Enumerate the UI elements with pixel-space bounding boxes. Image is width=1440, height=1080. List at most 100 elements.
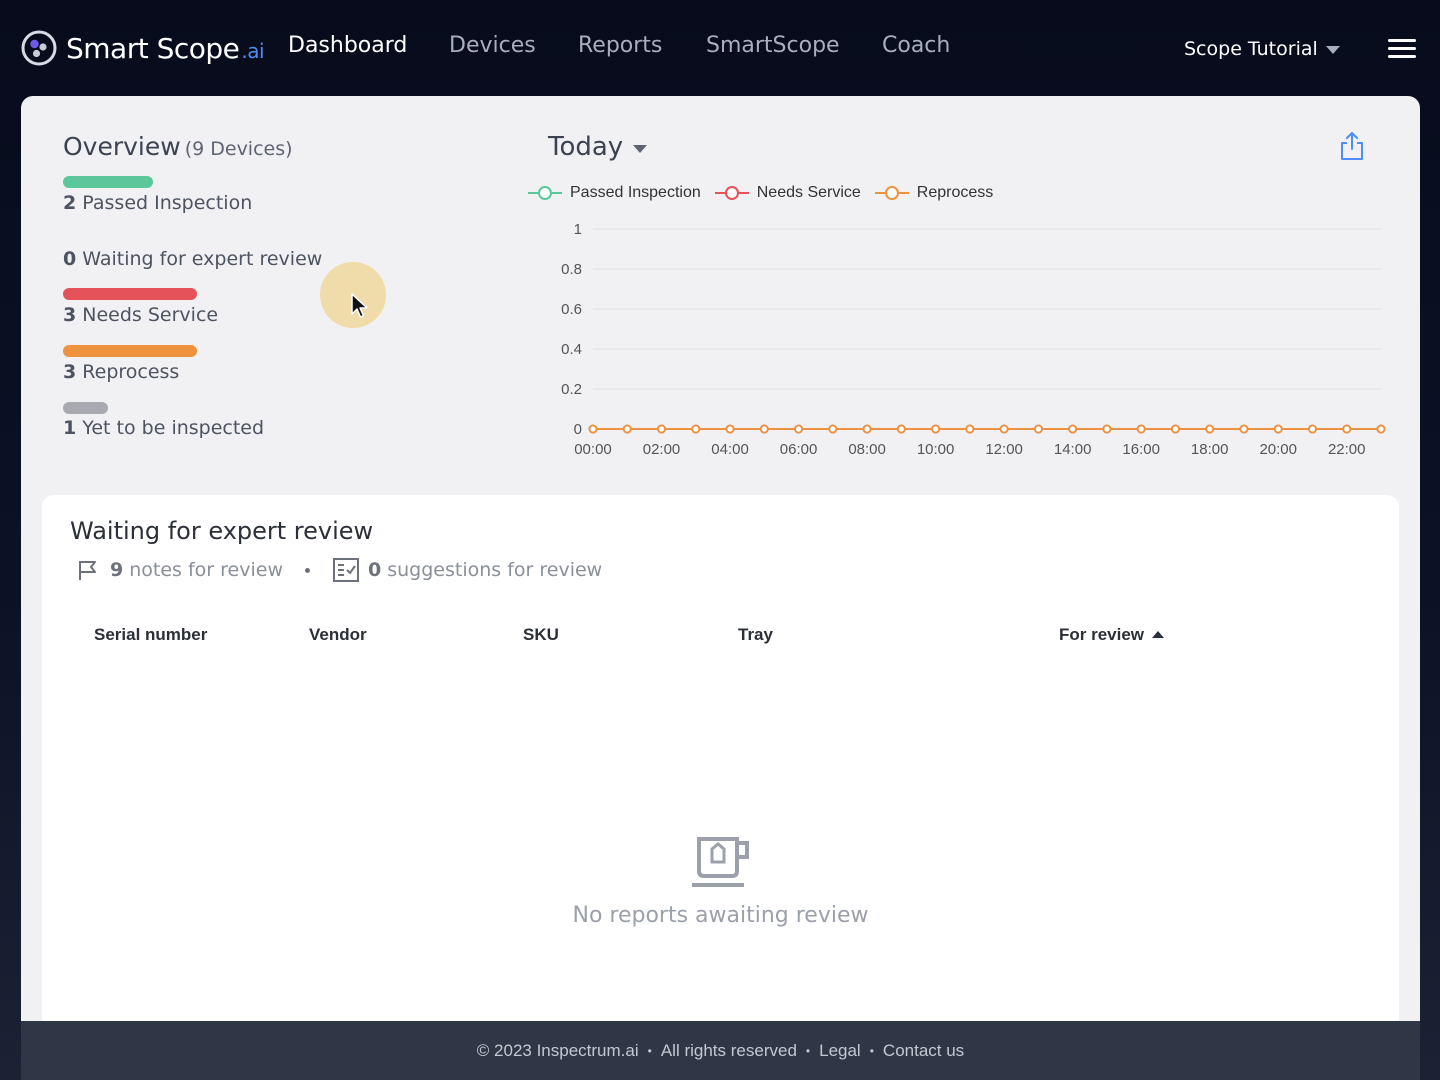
stat-reprocess[interactable]: 3 Reprocess bbox=[63, 361, 179, 383]
chevron-down-icon bbox=[633, 144, 648, 153]
y-tick-label: 0 bbox=[574, 421, 582, 438]
data-point bbox=[1205, 424, 1215, 434]
stat-yet-to-inspect[interactable]: 1 Yet to be inspected bbox=[63, 417, 264, 439]
empty-state-message: No reports awaiting review bbox=[572, 903, 869, 928]
x-tick-label: 08:00 bbox=[848, 441, 886, 458]
legend-reprocess[interactable]: Reprocess bbox=[874, 184, 994, 202]
x-tick-label: 00:00 bbox=[574, 441, 612, 458]
data-point bbox=[588, 424, 598, 434]
y-tick-label: 1 bbox=[574, 221, 582, 238]
nav-reports[interactable]: Reports bbox=[578, 33, 662, 58]
x-tick-label: 22:00 bbox=[1328, 441, 1366, 458]
needs-service-bar bbox=[63, 288, 197, 300]
column-for-review[interactable]: For review bbox=[1059, 625, 1165, 645]
x-tick-label: 14:00 bbox=[1054, 441, 1092, 458]
nav-dashboard[interactable]: Dashboard bbox=[288, 33, 407, 58]
column-sku[interactable]: SKU bbox=[523, 625, 559, 645]
nav-coach[interactable]: Coach bbox=[882, 33, 950, 58]
legend-label: Needs Service bbox=[756, 184, 861, 201]
stat-needs-service[interactable]: 3 Needs Service bbox=[63, 304, 218, 326]
data-point bbox=[896, 424, 906, 434]
data-point bbox=[622, 424, 632, 434]
data-point bbox=[1033, 424, 1043, 434]
data-point bbox=[759, 424, 769, 434]
overview-device-count: (9 Devices) bbox=[184, 138, 293, 160]
data-point bbox=[965, 424, 975, 434]
account-dropdown[interactable]: Scope Tutorial bbox=[1184, 38, 1340, 60]
hamburger-menu-icon[interactable] bbox=[1388, 39, 1416, 59]
top-navigation: Smart Scope .ai Dashboard Devices Reports… bbox=[0, 0, 1440, 96]
footer-contact-link[interactable]: Contact us bbox=[883, 1041, 964, 1061]
reprocess-bar bbox=[63, 345, 197, 357]
legend-marker-icon bbox=[714, 186, 749, 200]
chart-legend: Passed Inspection Needs Service Reproces… bbox=[528, 184, 1007, 202]
data-point bbox=[1376, 424, 1386, 434]
footer-copyright: © 2023 Inspectrum.ai bbox=[476, 1040, 639, 1060]
data-point bbox=[657, 424, 666, 434]
brand-suffix: .ai bbox=[241, 38, 265, 63]
review-title: Waiting for expert review bbox=[70, 517, 374, 545]
x-tick-label: 10:00 bbox=[917, 441, 955, 458]
y-tick-label: 0.4 bbox=[561, 341, 582, 358]
share-icon[interactable] bbox=[1339, 130, 1365, 162]
data-point bbox=[725, 424, 735, 434]
x-tick-label: 04:00 bbox=[711, 441, 749, 458]
logo-icon bbox=[21, 30, 57, 66]
data-point bbox=[1136, 424, 1146, 434]
legend-passed-inspection[interactable]: Passed Inspection bbox=[528, 184, 701, 202]
footer-legal-link[interactable]: Legal bbox=[819, 1041, 861, 1061]
x-tick-label: 12:00 bbox=[985, 441, 1023, 458]
x-tick-label: 18:00 bbox=[1191, 441, 1229, 458]
data-point bbox=[794, 424, 803, 434]
data-point bbox=[828, 424, 838, 434]
y-tick-label: 0.8 bbox=[561, 261, 582, 278]
legend-label: Reprocess bbox=[916, 184, 994, 201]
column-vendor[interactable]: Vendor bbox=[309, 625, 367, 645]
yet-to-inspect-bar bbox=[63, 402, 108, 414]
status-line-chart: 0 0.2 0.4 0.6 0.8 1 00:00 02:00 04:00 06:00 08:00 1… bbox=[561, 221, 1386, 458]
x-tick-label: 20:00 bbox=[1259, 441, 1297, 458]
x-tick-label: 16:00 bbox=[1122, 441, 1160, 458]
column-serial-number[interactable]: Serial number bbox=[94, 625, 207, 645]
y-tick-label: 0.6 bbox=[561, 301, 582, 318]
nav-devices[interactable]: Devices bbox=[449, 33, 536, 58]
data-point bbox=[862, 424, 872, 434]
data-point bbox=[931, 424, 941, 434]
stat-waiting-review[interactable]: 0 Waiting for expert review bbox=[63, 248, 322, 270]
passed-inspection-bar bbox=[63, 176, 153, 188]
footer: © 2023 Inspectrum.ai • All rights reserv… bbox=[21, 1021, 1420, 1080]
stat-passed-inspection[interactable]: 2 Passed Inspection bbox=[63, 192, 252, 214]
x-tick-label: 06:00 bbox=[780, 441, 818, 458]
legend-needs-service[interactable]: Needs Service bbox=[714, 184, 861, 202]
footer-rights: All rights reserved bbox=[660, 1040, 797, 1060]
footer-separator: • bbox=[869, 1043, 874, 1058]
data-point bbox=[999, 424, 1009, 434]
legend-marker-icon bbox=[528, 186, 562, 200]
brand-logo[interactable]: Smart Scope .ai bbox=[20, 28, 265, 68]
data-point bbox=[1342, 424, 1352, 434]
sort-ascending-icon bbox=[1152, 631, 1165, 638]
coffee-cup-icon bbox=[692, 837, 749, 887]
footer-separator: • bbox=[805, 1043, 811, 1058]
data-point bbox=[1171, 424, 1180, 434]
suggestions-count[interactable]: 0 suggestions for review bbox=[368, 559, 602, 581]
dashboard-panel: Overview (9 Devices) 2 Passed Inspection … bbox=[21, 96, 1420, 1056]
brand-name: Smart Scope .ai bbox=[66, 31, 265, 65]
data-point bbox=[1102, 424, 1112, 434]
chevron-down-icon bbox=[1325, 46, 1340, 54]
legend-label: Passed Inspection bbox=[570, 184, 701, 201]
separator-dot bbox=[304, 567, 310, 573]
review-summary: 9 notes for review 0 suggestions for revie… bbox=[76, 557, 602, 583]
column-tray[interactable]: Tray bbox=[738, 625, 773, 645]
expert-review-card: Waiting for expert review 9 notes for rev… bbox=[42, 495, 1399, 1056]
checklist-icon bbox=[332, 558, 359, 582]
period-dropdown[interactable]: Today bbox=[548, 132, 648, 162]
legend-marker-icon bbox=[874, 186, 909, 200]
account-label: Scope Tutorial bbox=[1184, 38, 1318, 60]
data-point bbox=[1239, 424, 1249, 434]
data-point bbox=[1308, 424, 1317, 434]
data-point bbox=[1068, 424, 1078, 434]
notes-count[interactable]: 9 notes for review bbox=[110, 559, 283, 581]
footer-separator: • bbox=[647, 1043, 652, 1058]
nav-smartscope[interactable]: SmartScope bbox=[706, 33, 840, 58]
